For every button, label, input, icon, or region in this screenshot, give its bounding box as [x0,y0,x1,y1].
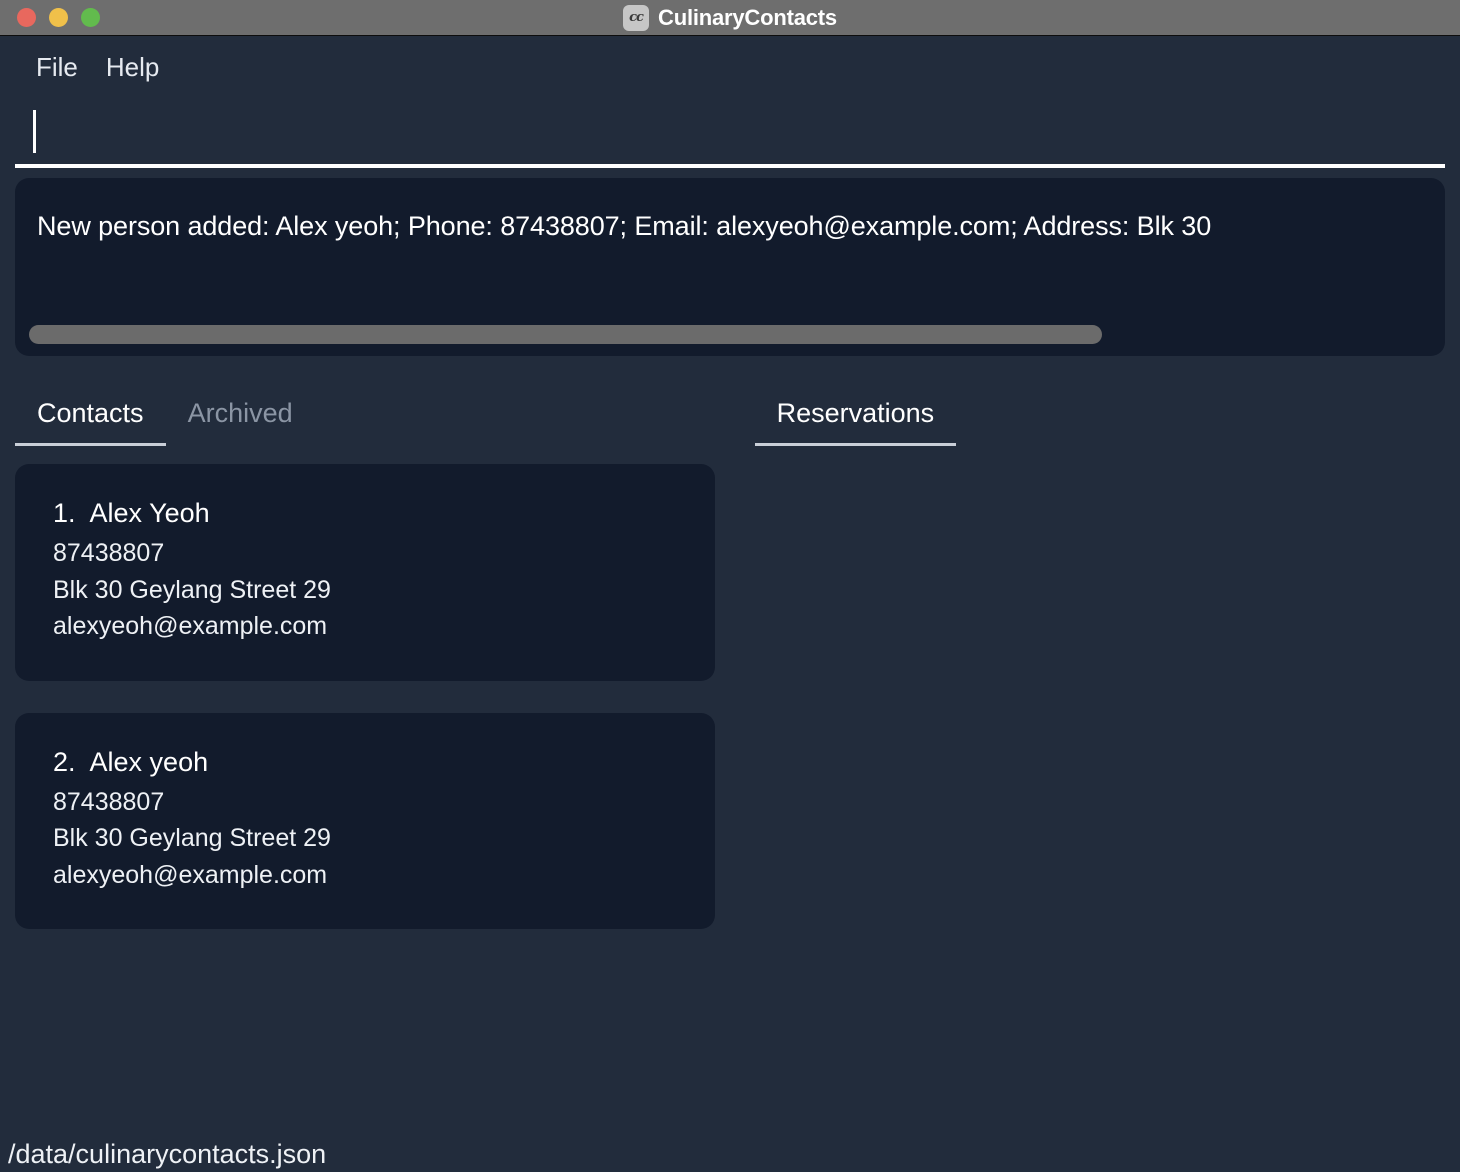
contact-name-row: 2. Alex yeoh [53,747,715,778]
contacts-list-panel: 1. Alex Yeoh 87438807 Blk 30 Geylang Stre… [15,446,715,961]
window-title: CulinaryContacts [658,4,837,30]
tab-reservations[interactable]: Reservations [754,398,957,446]
scrollbar-thumb[interactable] [29,325,1102,344]
maximize-button[interactable] [81,8,100,27]
contact-index: 2. [53,746,76,777]
contact-address: Blk 30 Geylang Street 29 [53,824,331,852]
result-display-wrapper: New person added: Alex yeoh; Phone: 8743… [0,168,1460,356]
command-input-box[interactable] [15,98,1445,168]
contact-email: alexyeoh@example.com [53,860,328,889]
contacts-tabgroup: Contacts Archived [15,398,315,446]
reservations-tabgroup: Reservations [754,398,957,446]
tab-archived[interactable]: Archived [166,398,315,446]
reservations-list-panel [715,446,1445,961]
contact-phone: 87438807 [53,787,165,816]
app-logo-icon: cc [623,4,650,31]
tab-contacts[interactable]: Contacts [15,398,166,446]
minimize-button[interactable] [49,8,68,27]
contact-phone: 87438807 [53,539,165,567]
statusbar: /data/culinarycontacts.json [0,1136,1460,1172]
command-area [0,98,1460,168]
statusbar-file-path: /data/culinarycontacts.json [8,1139,327,1169]
contact-name-row: 1. Alex Yeoh [53,498,715,529]
main-panes: 1. Alex Yeoh 87438807 Blk 30 Geylang Stre… [0,446,1460,961]
contact-index: 1. [53,498,76,528]
window-titlebar: cc CulinaryContacts [0,0,1460,36]
contact-name: Alex yeoh [89,746,209,777]
menubar: File Help [0,36,1460,98]
contact-card[interactable]: 2. Alex yeoh 87438807 Blk 30 Geylang Stre… [15,712,715,929]
menu-item-file[interactable]: File [22,48,92,87]
close-button[interactable] [17,8,36,27]
contact-card[interactable]: 1. Alex Yeoh 87438807 Blk 30 Geylang Stre… [15,464,715,681]
contact-address: Blk 30 Geylang Street 29 [53,575,331,604]
contact-email: alexyeoh@example.com [53,612,328,640]
result-message: New person added: Alex yeoh; Phone: 8743… [37,211,1212,241]
result-horizontal-scrollbar[interactable] [29,325,1431,344]
menu-item-help[interactable]: Help [92,48,173,87]
tabs-row: Contacts Archived Reservations [0,384,1460,446]
window-controls [17,8,100,27]
window-title-group: cc CulinaryContacts [0,0,1460,35]
result-display-box: New person added: Alex yeoh; Phone: 8743… [15,178,1445,356]
contact-name: Alex Yeoh [89,498,210,528]
command-input[interactable] [15,98,1445,164]
